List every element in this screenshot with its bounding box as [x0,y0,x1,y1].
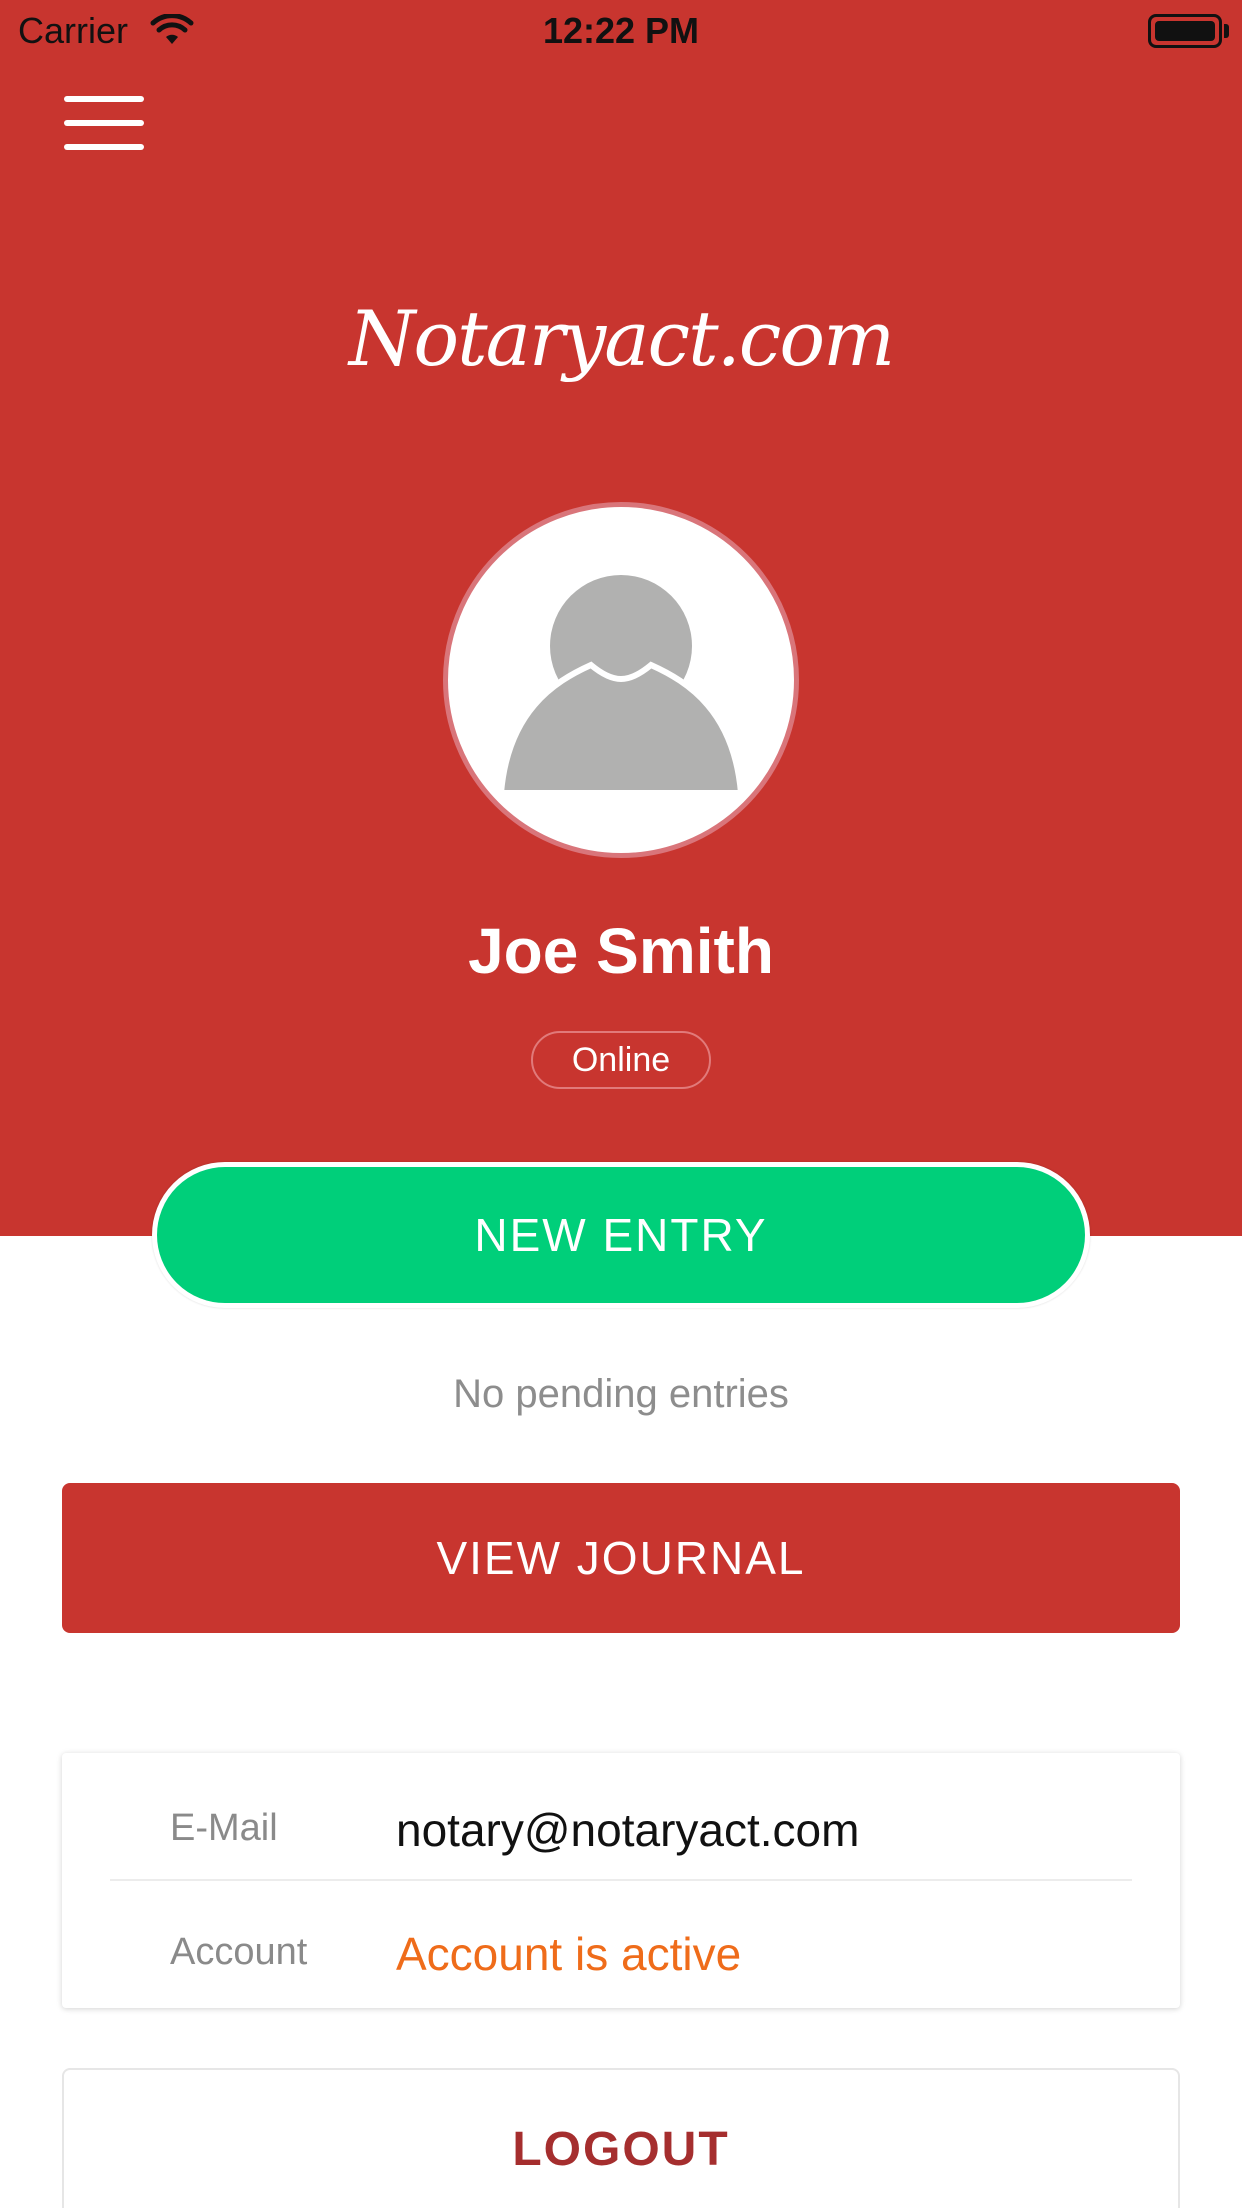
account-status-value: Account is active [396,1928,742,1980]
pending-entries-text: No pending entries [453,1372,789,1416]
new-entry-button[interactable]: NEW ENTRY [152,1162,1090,1308]
account-info-card: E-Mail notary@notaryact.com Account Acco… [62,1753,1180,2008]
status-badge: Online [531,1031,711,1089]
email-label: E-Mail [170,1807,278,1849]
battery-icon [1148,14,1222,48]
divider [110,1879,1132,1881]
hamburger-icon[interactable] [64,96,144,152]
user-silhouette-icon [497,575,745,796]
notaryact-logo: Notaryact.com [348,294,895,383]
email-value: notary@notaryact.com [396,1804,860,1856]
avatar [443,502,799,858]
status-time: 12:22 PM [542,10,700,51]
battery-cap [1224,24,1229,38]
account-label: Account [170,1931,308,1973]
logout-button[interactable]: LOGOUT [62,2068,1180,2208]
view-journal-button[interactable]: VIEW JOURNAL [62,1483,1180,1633]
user-name: Joe Smith [468,915,774,987]
